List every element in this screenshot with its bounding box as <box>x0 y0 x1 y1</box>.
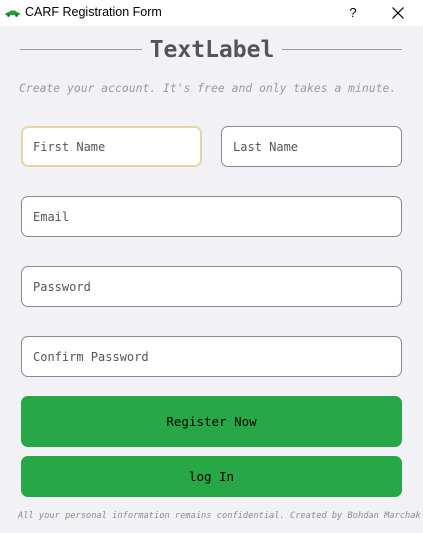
divider-right <box>282 49 402 50</box>
close-icon <box>392 4 404 23</box>
form-subtitle: Create your account. It's free and only … <box>19 81 397 95</box>
first-name-input[interactable] <box>21 126 202 167</box>
last-name-input[interactable] <box>221 126 402 167</box>
footer-note: All your personal information remains co… <box>18 511 421 521</box>
confirm-password-input[interactable] <box>21 336 402 377</box>
email-input[interactable] <box>21 196 402 237</box>
title-bar[interactable]: CARF Registration Form ? <box>0 0 423 26</box>
heading-row: TextLabel <box>20 35 402 65</box>
help-button[interactable]: ? <box>340 1 366 25</box>
close-button[interactable] <box>384 1 412 25</box>
log-in-button[interactable]: log In <box>21 456 402 497</box>
form-heading: TextLabel <box>149 37 275 63</box>
password-input[interactable] <box>21 266 402 307</box>
register-now-button[interactable]: Register Now <box>21 396 402 447</box>
window-title: CARF Registration Form <box>25 5 162 19</box>
divider-left <box>20 49 142 50</box>
registration-window: CARF Registration Form ? TextLabel Creat… <box>0 0 423 533</box>
